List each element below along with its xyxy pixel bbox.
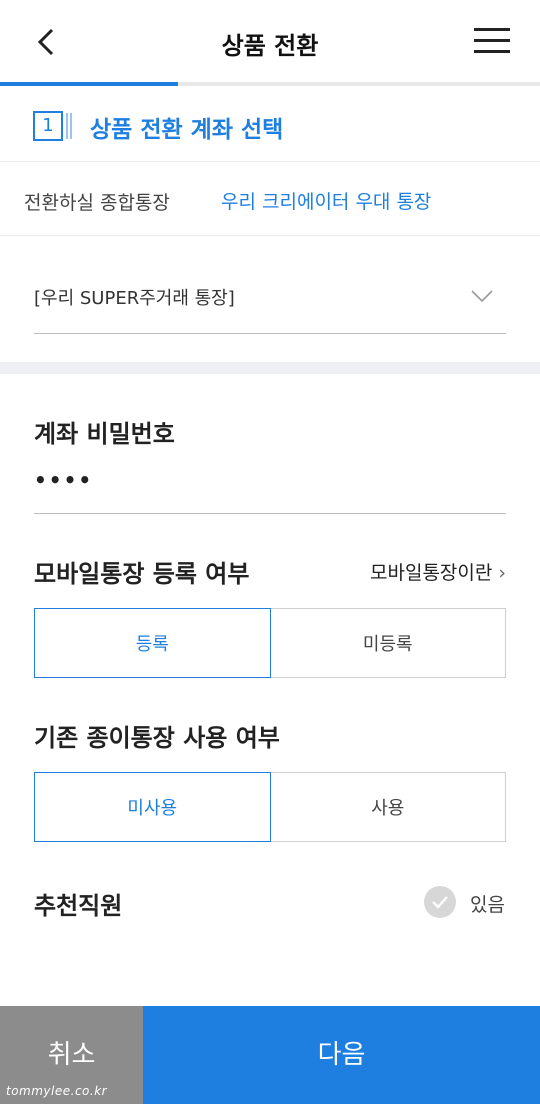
mobile-passbook-info-text: 모바일통장이란 (370, 562, 493, 584)
recommender-yes-label: 있음 (470, 894, 505, 916)
section-divider (0, 362, 540, 374)
chevron-right-icon: › (498, 562, 506, 584)
recommender-row: 추천직원 있음 (34, 882, 506, 926)
mobile-passbook-toggle: 등록 미등록 (34, 608, 506, 678)
next-button[interactable]: 다음 (143, 1006, 540, 1104)
recommender-checkbox[interactable] (424, 886, 456, 918)
step-label: 상품 전환 계좌 선택 (90, 117, 284, 143)
paper-passbook-toggle: 미사용 사용 (34, 772, 506, 842)
paper-passbook-label: 기존 종이통장 사용 여부 (34, 724, 280, 752)
paper-used-option[interactable]: 사용 (270, 772, 506, 842)
page-title: 상품 전환 (221, 32, 319, 60)
mobile-passbook-info-link[interactable]: 모바일통장이란 › (370, 558, 506, 585)
password-field[interactable]: •••• (34, 466, 506, 514)
account-select-value: [우리 SUPER주거래 통장] (34, 288, 235, 309)
chevron-down-icon (471, 290, 493, 303)
convert-target-row: 전환하실 종합통장 우리 크리에이터 우대 통장 (0, 162, 540, 236)
account-select[interactable]: [우리 SUPER주거래 통장] (34, 268, 506, 334)
app-header: 상품 전환 (0, 0, 540, 86)
step-stack-icon (66, 113, 76, 139)
mobile-unregister-option[interactable]: 미등록 (270, 608, 506, 678)
password-label: 계좌 비밀번호 (34, 420, 175, 448)
recommender-label: 추천직원 (34, 892, 123, 920)
mobile-register-option[interactable]: 등록 (34, 608, 271, 678)
password-value: •••• (34, 468, 94, 492)
check-icon (432, 896, 448, 909)
paper-unused-option[interactable]: 미사용 (34, 772, 271, 842)
convert-target-label: 전환하실 종합통장 (24, 192, 170, 214)
menu-icon[interactable] (474, 28, 510, 56)
mobile-passbook-label: 모바일통장 등록 여부 (34, 560, 250, 588)
step-number: 1 (33, 111, 63, 141)
convert-target-value: 우리 크리에이터 우대 통장 (221, 191, 432, 213)
watermark: tommylee.co.kr (6, 1084, 108, 1098)
